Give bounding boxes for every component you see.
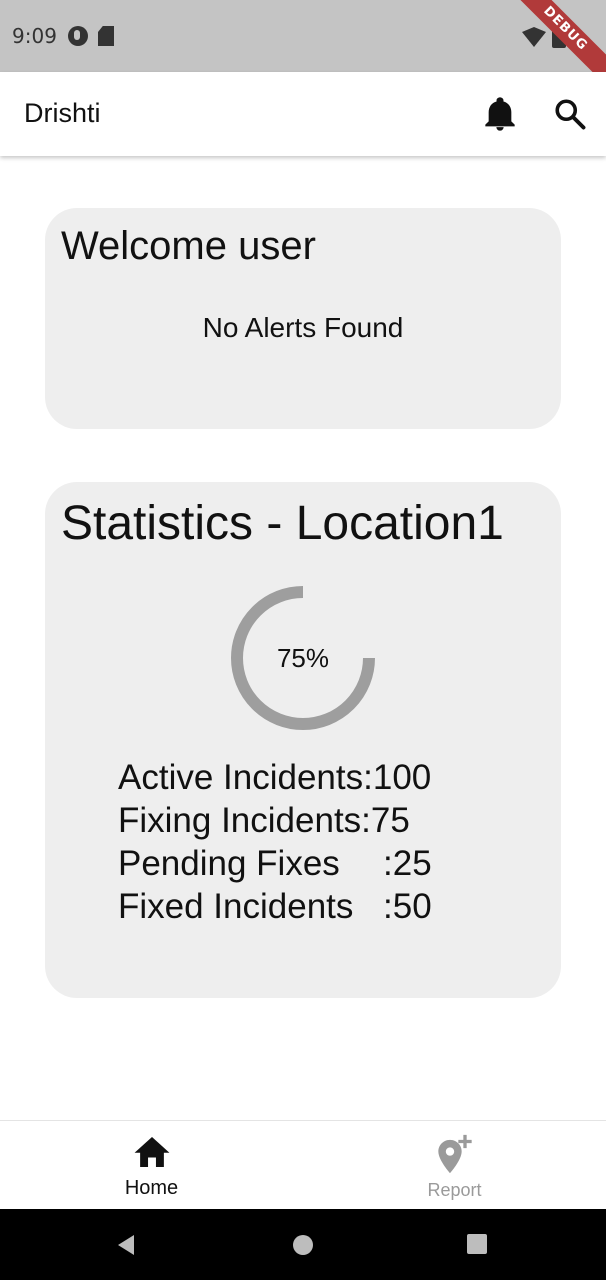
- stat-value: :50: [383, 887, 432, 926]
- recents-icon[interactable]: [466, 1233, 488, 1255]
- status-bar: 9:09: [0, 0, 606, 72]
- welcome-title: Welcome user: [61, 224, 316, 268]
- status-system-icons: [522, 26, 566, 48]
- bottom-navigation: Home Report: [0, 1120, 606, 1210]
- nav-item-home[interactable]: Home: [0, 1121, 303, 1211]
- stat-label: Fixing Incidents: [118, 801, 362, 840]
- alerts-status: No Alerts Found: [202, 312, 404, 343]
- system-navigation-bar: [0, 1209, 606, 1280]
- stat-label: Fixed Incidents: [118, 887, 354, 926]
- status-time: 9:09: [12, 24, 57, 48]
- stat-row-fixed: Fixed Incidents :50: [118, 885, 432, 928]
- progress-ring: 75%: [229, 584, 377, 732]
- home-icon: [134, 1136, 169, 1168]
- app-notification-icon: [68, 26, 88, 46]
- stat-row-active: Active Incidents :100: [118, 756, 432, 799]
- nav-label-report: Report: [427, 1180, 482, 1200]
- stat-label: Active Incidents: [118, 758, 364, 797]
- app-title: Drishti: [24, 98, 101, 128]
- stat-value: :75: [361, 801, 410, 840]
- add-location-icon: [437, 1134, 472, 1174]
- nav-label-home: Home: [124, 1177, 179, 1199]
- back-icon[interactable]: [114, 1233, 138, 1257]
- battery-icon: [552, 26, 566, 48]
- status-notification-icons: [68, 26, 114, 46]
- statistics-list: Active Incidents :100 Fixing Incidents :…: [118, 756, 432, 928]
- app-bar: Drishti: [0, 72, 606, 156]
- stat-row-fixing: Fixing Incidents :75: [118, 799, 432, 842]
- statistics-title: Statistics - Location1: [61, 497, 504, 550]
- notifications-button[interactable]: [484, 96, 516, 132]
- progress-label: 75%: [276, 642, 330, 673]
- search-icon: [555, 99, 586, 130]
- stat-row-pending: Pending Fixes :25: [118, 842, 432, 885]
- welcome-card: Welcome user No Alerts Found: [45, 208, 561, 429]
- stat-label: Pending Fixes: [118, 844, 340, 883]
- nav-item-report[interactable]: Report: [303, 1121, 606, 1211]
- search-button[interactable]: [552, 96, 588, 132]
- home-circle-icon[interactable]: [291, 1233, 315, 1257]
- stat-value: :100: [363, 758, 432, 797]
- sd-card-icon: [98, 26, 114, 46]
- statistics-card: Statistics - Location1 75% Active Incide…: [45, 482, 561, 998]
- bell-icon: [485, 97, 515, 131]
- stat-value: :25: [383, 844, 432, 883]
- wifi-icon: [522, 27, 546, 47]
